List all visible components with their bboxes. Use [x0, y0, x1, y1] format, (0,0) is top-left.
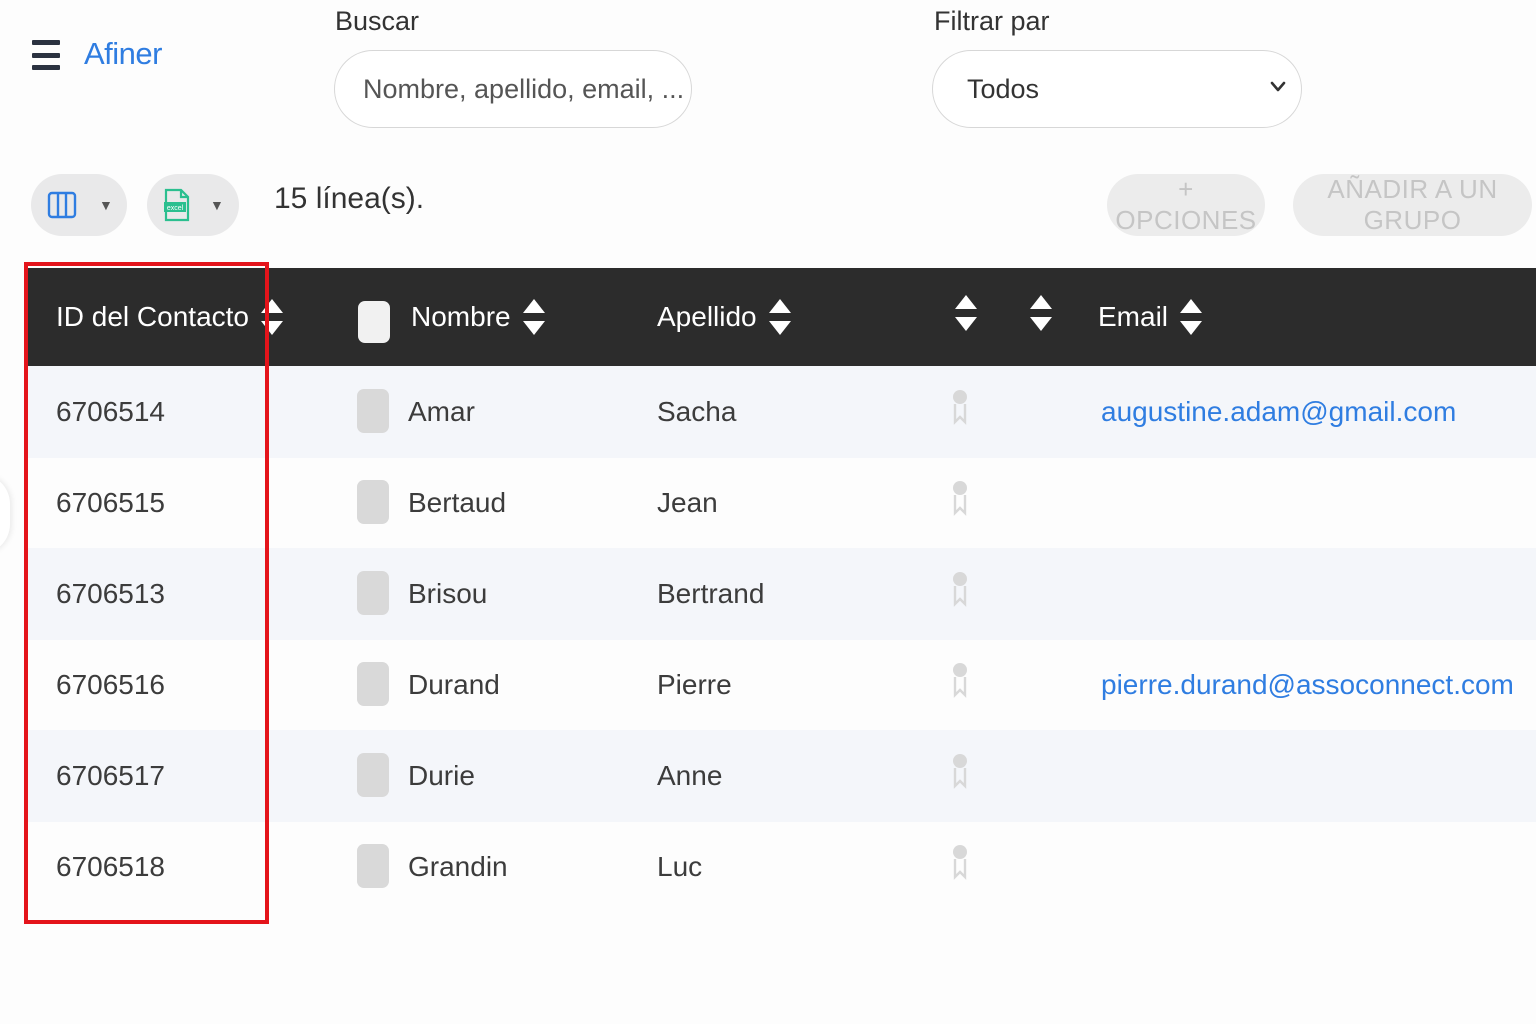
- select-all-checkbox[interactable]: [358, 301, 390, 343]
- sort-icon[interactable]: [261, 299, 283, 335]
- sort-icon[interactable]: [522, 299, 545, 335]
- member-badge-icon: [953, 754, 967, 789]
- column-header-email[interactable]: Email: [1098, 268, 1203, 366]
- first-name: Brisou: [408, 578, 488, 609]
- sort-icon[interactable]: [1030, 295, 1052, 331]
- member-badge-icon: [953, 572, 967, 607]
- excel-export-icon: excel: [164, 188, 190, 222]
- excel-text: excel: [167, 205, 184, 212]
- member-badge-icon: [953, 481, 967, 516]
- column-header-first-name-label: Nombre: [411, 301, 511, 332]
- search-input[interactable]: [361, 72, 691, 106]
- refine-title[interactable]: Afiner: [84, 36, 162, 72]
- table-row[interactable]: 6706515 Bertaud Jean: [28, 457, 1536, 549]
- contact-id: 6706514: [56, 396, 166, 427]
- column-header-first-name[interactable]: Nombre: [411, 268, 545, 366]
- column-header-unnamed[interactable]: [1018, 264, 1052, 362]
- sort-icon[interactable]: [955, 295, 977, 331]
- chevron-down-icon: [1270, 81, 1286, 92]
- first-name: Durie: [408, 760, 475, 791]
- sort-icon[interactable]: [768, 299, 791, 335]
- contact-id: 6706513: [56, 578, 166, 609]
- column-header-id[interactable]: ID del Contacto: [56, 268, 283, 366]
- column-header-last-name[interactable]: Apellido: [657, 268, 791, 366]
- last-name: Jean: [657, 487, 718, 518]
- first-name: Durand: [408, 669, 500, 700]
- row-checkbox[interactable]: [357, 389, 389, 433]
- column-header-last-name-label: Apellido: [657, 301, 757, 332]
- side-panel-handle[interactable]: [0, 474, 10, 554]
- last-name: Pierre: [657, 669, 732, 700]
- filter-select[interactable]: Todos: [932, 50, 1302, 128]
- excel-export-button[interactable]: excel ▼: [147, 174, 239, 236]
- email-link[interactable]: pierre.durand@assoconnect.com: [1101, 669, 1514, 701]
- row-checkbox[interactable]: [357, 753, 389, 797]
- contact-id: 6706515: [56, 487, 166, 518]
- caret-down-icon: ▼: [99, 197, 113, 213]
- first-name: Grandin: [408, 851, 508, 882]
- first-name: Bertaud: [408, 487, 507, 518]
- last-name: Bertrand: [657, 578, 765, 609]
- member-badge-icon: [953, 390, 967, 425]
- row-checkbox[interactable]: [357, 844, 389, 888]
- columns-toggle-button[interactable]: ▼: [31, 174, 127, 236]
- table-row[interactable]: 6706513 Brisou Bertrand: [28, 548, 1536, 640]
- last-name: Sacha: [657, 396, 737, 427]
- add-to-group-button[interactable]: AÑADIR A UN GRUPO: [1293, 174, 1532, 236]
- row-checkbox[interactable]: [357, 571, 389, 615]
- member-badge-icon: [953, 663, 967, 698]
- contact-id: 6706517: [56, 760, 166, 791]
- row-checkbox[interactable]: [357, 662, 389, 706]
- contact-id: 6706516: [56, 669, 166, 700]
- contact-id: 6706518: [56, 851, 166, 882]
- table-header: ID del Contacto Nombre Apellido Email: [28, 268, 1536, 366]
- column-header-id-label: ID del Contacto: [56, 301, 249, 332]
- last-name: Luc: [657, 851, 703, 882]
- columns-icon: [47, 191, 77, 219]
- column-header-email-label: Email: [1098, 301, 1169, 332]
- row-checkbox[interactable]: [357, 480, 389, 524]
- member-badge-icon: [953, 845, 967, 880]
- sort-icon[interactable]: [1180, 299, 1203, 335]
- column-header-badge[interactable]: [943, 264, 977, 362]
- table-row[interactable]: 6706518 Grandin Luc: [28, 821, 1536, 913]
- filter-selected-value: Todos: [967, 73, 1040, 104]
- line-count: 15 línea(s).: [274, 182, 425, 215]
- first-name: Amar: [408, 396, 475, 427]
- email-link[interactable]: augustine.adam@gmail.com: [1101, 396, 1456, 428]
- options-button[interactable]: + OPCIONES: [1107, 174, 1265, 236]
- hamburger-menu-icon[interactable]: [32, 40, 60, 70]
- filter-label: Filtrar par: [934, 6, 1050, 36]
- search-field[interactable]: [334, 50, 692, 128]
- search-label: Buscar: [335, 6, 420, 36]
- table-row[interactable]: 6706517 Durie Anne: [28, 730, 1536, 822]
- last-name: Anne: [657, 760, 723, 791]
- table-row[interactable]: 6706514 Amar Sacha augustine.adam@gmail.com: [28, 366, 1536, 458]
- caret-down-icon: ▼: [210, 197, 224, 213]
- table-row[interactable]: 6706516 Durand Pierre pierre.durand@assocon…: [28, 639, 1536, 731]
